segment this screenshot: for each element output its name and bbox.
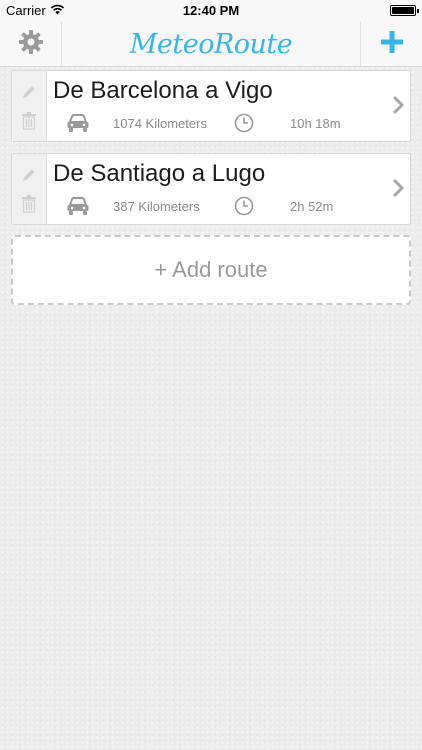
pencil-icon[interactable] — [19, 165, 39, 185]
route-card[interactable]: De Barcelona a Vigo 1074 Kilometers 10h … — [11, 70, 411, 142]
trash-icon[interactable] — [19, 194, 39, 214]
add-route-nav-button[interactable] — [360, 22, 422, 66]
status-bar: Carrier 12:40 PM — [0, 0, 422, 22]
route-distance: 1074 Kilometers — [113, 116, 207, 131]
settings-button[interactable] — [0, 22, 62, 66]
route-title: De Santiago a Lugo — [53, 160, 266, 187]
clock-icon — [234, 113, 254, 138]
route-actions — [12, 71, 47, 141]
car-icon — [66, 113, 90, 138]
app-title: MeteoRoute — [129, 28, 293, 60]
route-distance: 387 Kilometers — [113, 199, 200, 214]
route-duration: 2h 52m — [290, 199, 334, 214]
plus-icon — [380, 30, 404, 59]
nav-bar: MeteoRoute — [0, 22, 422, 67]
route-meta: 1074 Kilometers 10h 18m — [66, 113, 380, 133]
route-title: De Barcelona a Vigo — [53, 77, 273, 104]
route-list: De Barcelona a Vigo 1074 Kilometers 10h … — [11, 70, 411, 236]
battery-icon — [390, 5, 419, 16]
status-time: 12:40 PM — [182, 3, 240, 18]
gear-icon — [18, 29, 44, 60]
clock-icon — [234, 196, 254, 221]
route-duration: 10h 18m — [290, 116, 341, 131]
add-route-button[interactable]: + Add route — [11, 235, 411, 305]
route-meta: 387 Kilometers 2h 52m — [66, 196, 380, 216]
pencil-icon[interactable] — [19, 82, 39, 102]
car-icon — [66, 196, 90, 221]
chevron-right-icon[interactable] — [392, 178, 405, 203]
trash-icon[interactable] — [19, 111, 39, 131]
chevron-right-icon[interactable] — [392, 95, 405, 120]
route-actions — [12, 154, 47, 224]
route-card[interactable]: De Santiago a Lugo 387 Kilometers 2h 52m — [11, 153, 411, 225]
